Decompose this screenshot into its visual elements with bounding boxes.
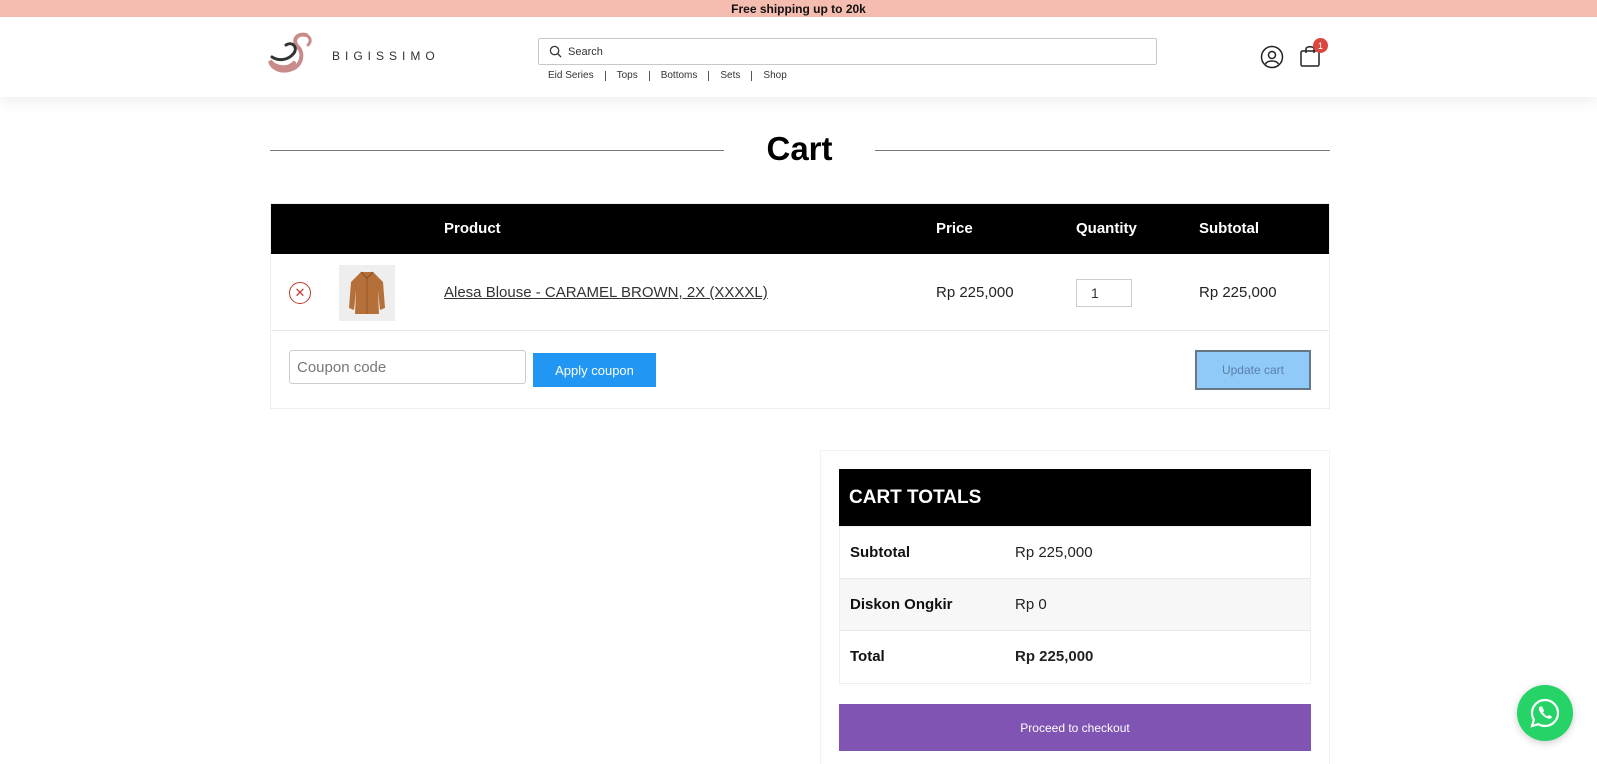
product-subtotal: Rp 225,000 <box>1199 284 1277 301</box>
nav-item-sets[interactable]: Sets <box>709 70 751 81</box>
blouse-image <box>349 271 385 314</box>
nav-item-tops[interactable]: Tops <box>606 70 649 81</box>
nav-item-bottoms[interactable]: Bottoms <box>650 70 709 81</box>
table-row: ✕ Alesa Blouse - CARAMEL BROWN, 2X (XXXX… <box>271 254 1329 331</box>
product-thumbnail[interactable] <box>339 265 395 321</box>
apply-coupon-button[interactable]: Apply coupon <box>533 353 656 387</box>
nav-item-eid-series[interactable]: Eid Series <box>548 70 605 81</box>
swan-logo-icon <box>268 32 312 73</box>
quantity-input[interactable] <box>1076 279 1132 307</box>
column-header-price: Price <box>936 220 973 237</box>
page-title: Cart <box>766 130 833 167</box>
whatsapp-icon <box>1530 698 1560 728</box>
whatsapp-chat-button[interactable] <box>1517 685 1573 741</box>
cart-table: Product Price Quantity Subtotal ✕ Alesa … <box>270 203 1330 409</box>
update-cart-button[interactable]: Update cart <box>1195 350 1311 390</box>
product-name-link[interactable]: Alesa Blouse - CARAMEL BROWN, 2X (XXXXL) <box>444 284 768 301</box>
cart-totals-heading: CART TOTALS <box>839 469 1311 526</box>
search-icon <box>549 45 562 58</box>
cart-table-header: Product Price Quantity Subtotal <box>271 204 1329 254</box>
totals-value: Rp 225,000 <box>1015 648 1094 665</box>
cart-count-badge: 1 <box>1313 38 1328 53</box>
column-header-product: Product <box>444 220 501 237</box>
promo-text: Free shipping up to 20k <box>731 1 866 16</box>
cart-totals-table: Subtotal Rp 225,000 Diskon Ongkir Rp 0 T… <box>839 526 1311 684</box>
coupon-code-input[interactable] <box>289 350 526 384</box>
column-header-subtotal: Subtotal <box>1199 220 1259 237</box>
totals-label: Total <box>850 648 885 665</box>
nav-item-shop[interactable]: Shop <box>752 70 797 81</box>
product-price: Rp 225,000 <box>936 284 1014 301</box>
logo-text: BIGISSIMO <box>332 49 440 63</box>
title-divider-left <box>270 150 724 151</box>
cart-actions: Apply coupon Update cart <box>271 331 1329 408</box>
totals-label: Subtotal <box>850 544 910 561</box>
search-box[interactable] <box>538 38 1157 65</box>
proceed-to-checkout-button[interactable]: Proceed to checkout <box>839 704 1311 751</box>
remove-item-button[interactable]: ✕ <box>289 282 311 304</box>
site-logo[interactable]: BIGISSIMO <box>266 31 440 81</box>
totals-value: Rp 0 <box>1015 596 1047 613</box>
title-divider-right <box>875 150 1330 151</box>
promo-bar: Free shipping up to 20k <box>0 0 1597 17</box>
cart-totals: CART TOTALS Subtotal Rp 225,000 Diskon O… <box>820 450 1330 764</box>
main-nav: Eid Series Tops Bottoms Sets Shop <box>548 70 798 81</box>
search-input[interactable] <box>568 45 1128 58</box>
totals-label: Diskon Ongkir <box>850 596 953 613</box>
totals-row-shipping-discount: Diskon Ongkir Rp 0 <box>840 579 1310 631</box>
totals-row-subtotal: Subtotal Rp 225,000 <box>840 527 1310 579</box>
column-header-quantity: Quantity <box>1076 220 1137 237</box>
page-title-section: Cart <box>270 130 1330 170</box>
totals-row-total: Total Rp 225,000 <box>840 631 1310 683</box>
account-icon[interactable] <box>1260 45 1284 69</box>
site-header: BIGISSIMO Eid Series Tops Bottoms Sets S… <box>0 17 1597 97</box>
totals-value: Rp 225,000 <box>1015 544 1093 561</box>
